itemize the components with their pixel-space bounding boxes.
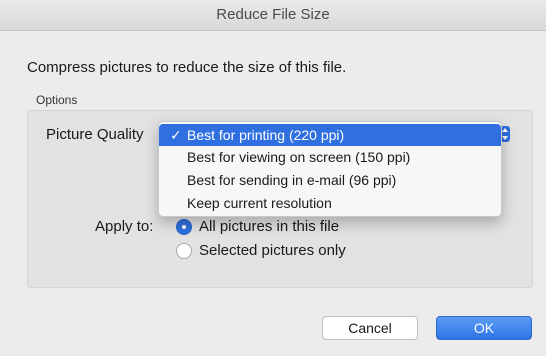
menu-item-best-for-viewing[interactable]: Best for viewing on screen (150 ppi) — [159, 146, 501, 168]
radio-selected-pictures[interactable]: Selected pictures only — [176, 241, 396, 261]
menu-item-keep-current-resolution[interactable]: Keep current resolution — [159, 192, 501, 214]
radio-all-pictures[interactable]: All pictures in this file — [176, 217, 396, 237]
menu-item-label: Keep current resolution — [187, 195, 332, 211]
menu-item-best-for-email[interactable]: Best for sending in e-mail (96 ppi) — [159, 169, 501, 191]
reduce-file-size-dialog: Reduce File Size Compress pictures to re… — [0, 0, 546, 356]
menu-item-label: Best for viewing on screen (150 ppi) — [187, 149, 411, 165]
ok-button[interactable]: OK — [436, 316, 532, 340]
cancel-button[interactable]: Cancel — [322, 316, 418, 340]
checkmark-icon: ✓ — [170, 127, 182, 143]
radio-label: All pictures in this file — [199, 218, 340, 235]
radio-selected-icon[interactable] — [176, 219, 192, 235]
options-group-label: Options — [36, 93, 78, 107]
radio-label: Selected pictures only — [199, 242, 346, 259]
window-title: Reduce File Size — [0, 0, 546, 31]
picture-quality-label: Picture Quality — [46, 126, 144, 143]
menu-item-label: Best for printing (220 ppi) — [187, 127, 345, 143]
radio-unselected-icon[interactable] — [176, 243, 192, 259]
apply-to-label: Apply to: — [95, 218, 154, 235]
menu-item-label: Best for sending in e-mail (96 ppi) — [187, 172, 397, 188]
picture-quality-menu: ✓ Best for printing (220 ppi) Best for v… — [158, 121, 502, 217]
menu-item-best-for-printing[interactable]: ✓ Best for printing (220 ppi) — [159, 124, 501, 146]
intro-text: Compress pictures to reduce the size of … — [27, 59, 347, 76]
